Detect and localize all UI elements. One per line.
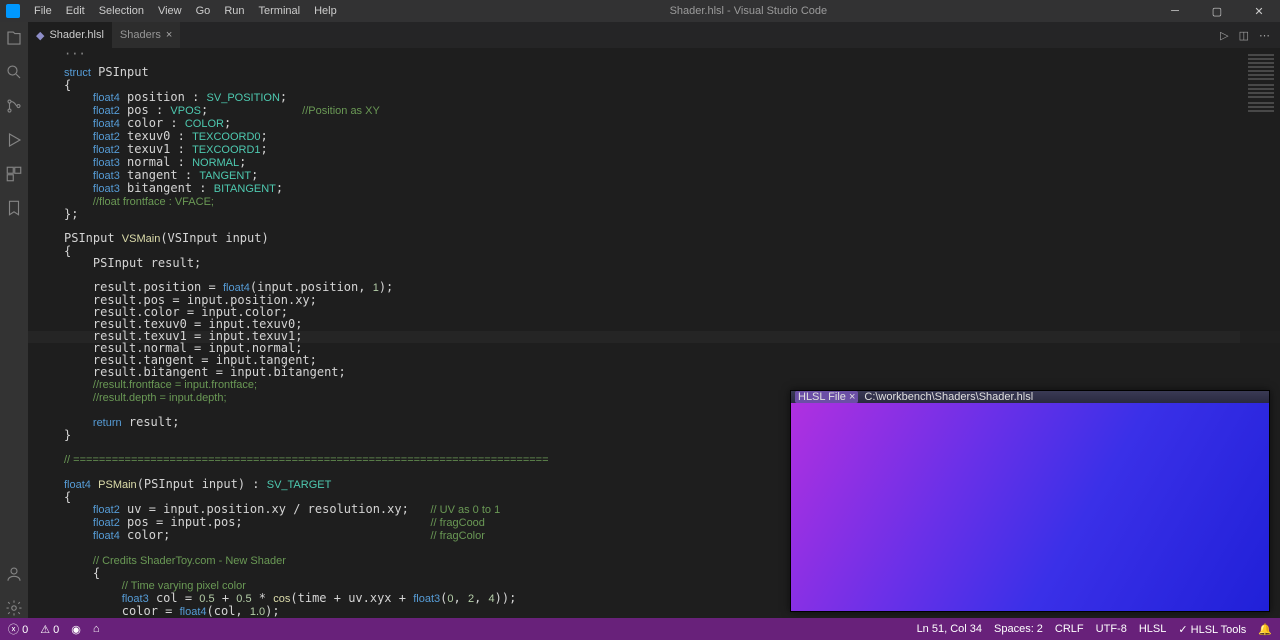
window-title: Shader.hlsl - Visual Studio Code xyxy=(343,5,1154,17)
tab-label: Shaders xyxy=(120,29,161,41)
account-icon[interactable] xyxy=(4,564,24,584)
close-button[interactable]: ✕ xyxy=(1238,0,1280,22)
extensions-icon[interactable] xyxy=(4,164,24,184)
status-warnings[interactable]: ⚠ 0 xyxy=(40,623,59,636)
menu-terminal[interactable]: Terminal xyxy=(253,3,307,19)
status-live-icon[interactable]: ◉ xyxy=(71,623,81,636)
close-icon[interactable]: × xyxy=(166,29,172,41)
shader-preview-window[interactable]: HLSL File × C:\workbench\Shaders\Shader.… xyxy=(790,390,1270,612)
title-bar: File Edit Selection View Go Run Terminal… xyxy=(0,0,1280,22)
menu-bar: File Edit Selection View Go Run Terminal… xyxy=(28,3,343,19)
menu-help[interactable]: Help xyxy=(308,3,343,19)
tab-shaders[interactable]: Shaders × xyxy=(112,22,180,48)
preview-path: C:\workbench\Shaders\Shader.hlsl xyxy=(864,391,1033,403)
menu-run[interactable]: Run xyxy=(218,3,250,19)
preview-tag: HLSL File × xyxy=(795,391,858,403)
vscode-icon xyxy=(6,4,20,18)
tab-shader-hlsl[interactable]: ◆ Shader.hlsl xyxy=(28,22,112,48)
status-encoding[interactable]: UTF-8 xyxy=(1096,623,1127,635)
fold-ellipsis: ··· xyxy=(28,48,1280,60)
source-control-icon[interactable] xyxy=(4,96,24,116)
preview-titlebar[interactable]: HLSL File × C:\workbench\Shaders\Shader.… xyxy=(791,391,1269,403)
status-hlsl-tools[interactable]: ✓ HLSL Tools xyxy=(1178,623,1246,636)
status-errors[interactable]: ⓧ 0 xyxy=(8,621,28,637)
run-file-icon[interactable]: ▷ xyxy=(1220,29,1228,42)
window-controls: ─ ▢ ✕ xyxy=(1154,0,1280,22)
menu-selection[interactable]: Selection xyxy=(93,3,150,19)
status-ln-col[interactable]: Ln 51, Col 34 xyxy=(917,623,982,635)
preview-surface xyxy=(791,403,1269,611)
menu-go[interactable]: Go xyxy=(190,3,217,19)
more-actions-icon[interactable]: ⋯ xyxy=(1259,29,1270,42)
explorer-icon[interactable] xyxy=(4,28,24,48)
status-home-icon[interactable]: ⌂ xyxy=(93,623,100,635)
menu-edit[interactable]: Edit xyxy=(60,3,91,19)
status-eol[interactable]: CRLF xyxy=(1055,623,1084,635)
editor-tabs: ◆ Shader.hlsl Shaders × ▷ ◫ ⋯ xyxy=(28,22,1280,48)
status-language[interactable]: HLSL xyxy=(1139,623,1167,635)
menu-file[interactable]: File xyxy=(28,3,58,19)
editor[interactable]: ··· struct PSInput { float4 position : S… xyxy=(28,48,1280,618)
search-icon[interactable] xyxy=(4,62,24,82)
tab-label: Shader.hlsl xyxy=(49,29,103,41)
status-spaces[interactable]: Spaces: 2 xyxy=(994,623,1043,635)
status-notifications-icon[interactable]: 🔔 xyxy=(1258,623,1272,636)
maximize-button[interactable]: ▢ xyxy=(1196,0,1238,22)
split-editor-icon[interactable]: ◫ xyxy=(1239,29,1249,42)
activity-bar xyxy=(0,22,28,618)
settings-gear-icon[interactable] xyxy=(4,598,24,618)
bookmark-icon[interactable] xyxy=(4,198,24,218)
menu-view[interactable]: View xyxy=(152,3,188,19)
minimize-button[interactable]: ─ xyxy=(1154,0,1196,22)
status-bar: ⓧ 0 ⚠ 0 ◉ ⌂ Ln 51, Col 34 Spaces: 2 CRLF… xyxy=(0,618,1280,640)
run-debug-icon[interactable] xyxy=(4,130,24,150)
hlsl-file-icon: ◆ xyxy=(36,29,44,42)
